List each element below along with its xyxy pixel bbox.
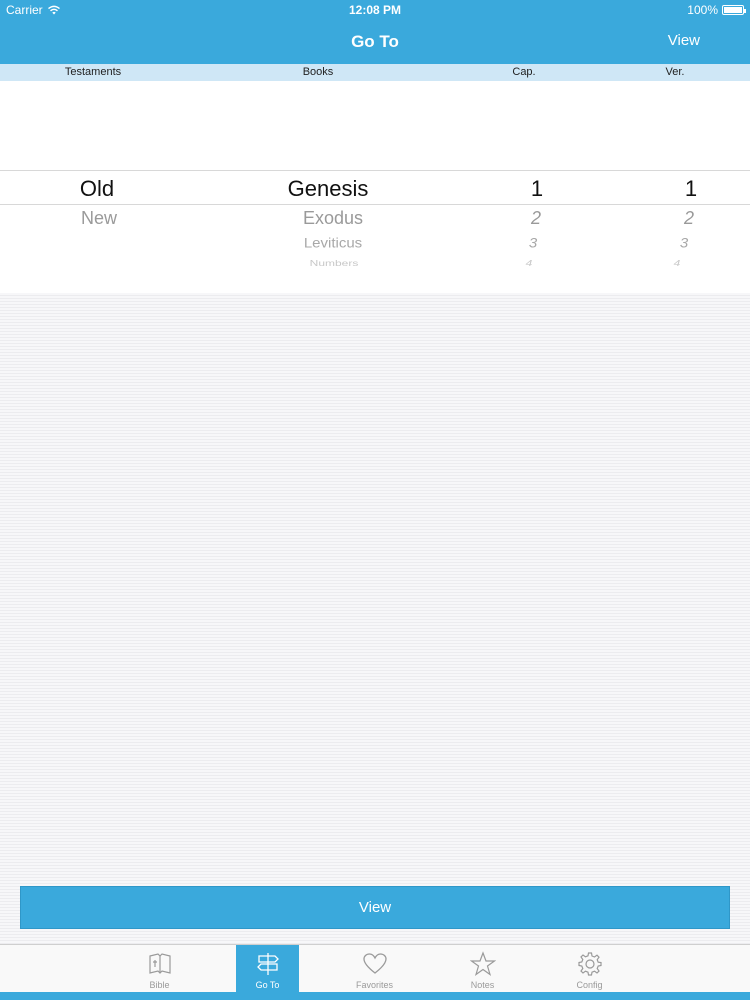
page-title: Go To [351,32,399,51]
picker-option-chapter[interactable]: 3 [529,236,537,252]
tab-config[interactable]: Config [558,945,621,993]
content-area [0,293,750,945]
tab-favorites-label: Favorites [355,980,393,990]
header-books: Books [302,66,334,78]
battery-label: 100% [687,3,718,17]
picker-option-book[interactable]: Exodus [303,208,363,229]
tab-go-to[interactable]: Go To [236,945,299,993]
star-icon [469,951,496,976]
picker-option-testament[interactable]: New [81,208,117,229]
picker-option-verse-selected[interactable]: 1 [685,176,697,202]
picker-option-verse[interactable]: 3 [680,236,688,252]
picker-option-verse[interactable]: 4 [674,258,681,268]
tab-bible-label: Bible [149,980,170,990]
tab-notes[interactable]: Notes [451,945,514,993]
selection-line-bottom [0,204,750,205]
header-chapter: Cap. [512,66,536,78]
nav-view-button[interactable]: View [668,32,700,49]
tab-config-label: Config [576,980,603,990]
signpost-icon [256,953,279,975]
picker-option-testament-selected[interactable]: Old [80,176,114,202]
bottom-accent-strip [0,992,750,1000]
picker-option-verse[interactable]: 2 [684,208,694,229]
tab-notes-label: Notes [470,980,495,990]
picker-option-chapter[interactable]: 2 [531,208,541,229]
tab-favorites[interactable]: Favorites [343,945,406,993]
reference-picker[interactable]: Old New Genesis Exodus Leviticus Numbers… [0,81,750,293]
picker-option-chapter[interactable]: 4 [526,258,533,268]
battery-indicator: 100% [687,3,746,17]
header-testaments: Testaments [64,66,122,78]
open-book-icon [148,953,171,974]
status-time: 12:08 PM [348,3,402,17]
battery-icon [722,5,746,15]
picker-column-headers: Testaments Books Cap. Ver. [0,64,750,81]
picker-option-chapter-selected[interactable]: 1 [531,176,543,202]
selection-line-top [0,170,750,171]
top-navigation-bar: Carrier 12:08 PM 100% Go To View [0,0,750,64]
status-bar: Carrier 12:08 PM 100% [0,0,750,20]
picker-option-book-selected[interactable]: Genesis [288,176,369,202]
tab-go-to-label: Go To [255,980,280,990]
gear-icon [577,952,602,976]
picker-option-book[interactable]: Numbers [310,258,359,268]
picker-option-book[interactable]: Leviticus [304,236,362,252]
tab-bible[interactable]: Bible [128,945,191,993]
header-verse: Ver. [665,66,685,78]
view-button[interactable]: View [20,886,730,929]
heart-icon [362,953,387,974]
